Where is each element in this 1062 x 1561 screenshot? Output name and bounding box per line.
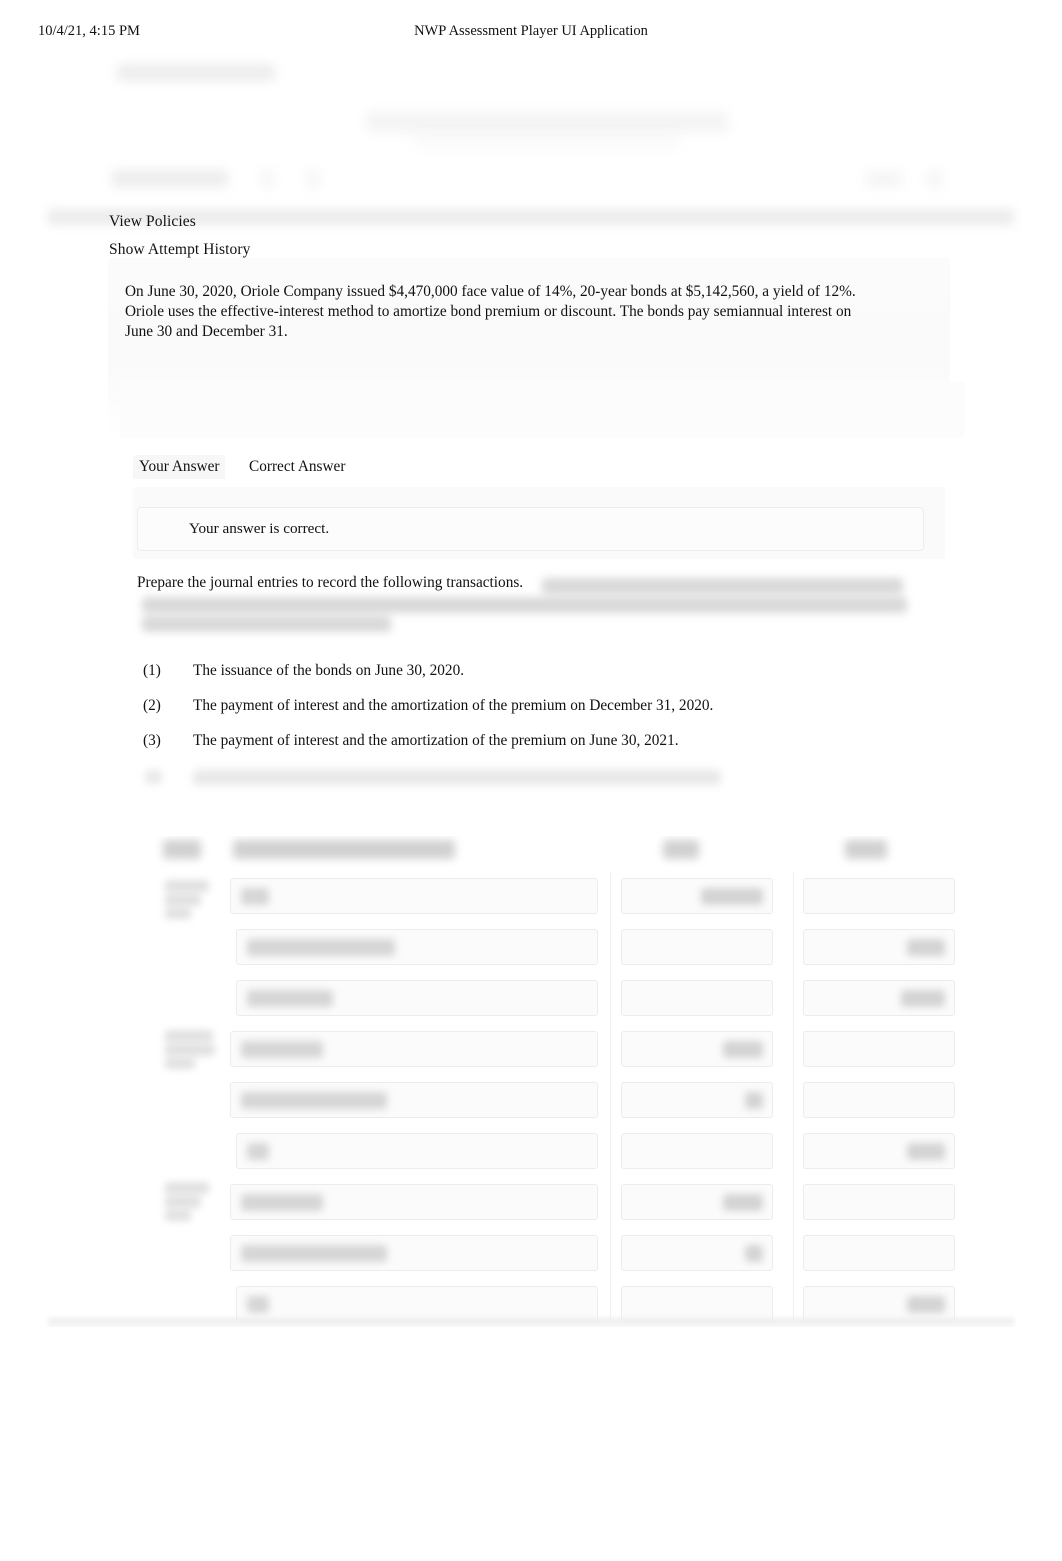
table-row bbox=[118, 1076, 958, 1126]
debit-value bbox=[701, 888, 763, 905]
correct-answer-alert: Your answer is correct. bbox=[137, 507, 924, 551]
check-circle-icon bbox=[152, 519, 164, 538]
account-title-input[interactable] bbox=[230, 1184, 598, 1220]
transaction-text: The payment of interest and the amortiza… bbox=[193, 697, 714, 714]
account-title-value bbox=[241, 1041, 323, 1058]
credit-value bbox=[907, 939, 945, 956]
credit-input[interactable] bbox=[803, 1133, 955, 1169]
transaction-text: The issuance of the bonds on June 30, 20… bbox=[193, 662, 465, 679]
account-title-input[interactable] bbox=[236, 1133, 598, 1169]
account-title-value bbox=[247, 1296, 269, 1313]
blurred-course-label bbox=[117, 64, 275, 81]
account-title-input[interactable] bbox=[236, 980, 598, 1016]
application-title: NWP Assessment Player UI Application bbox=[414, 23, 648, 39]
transaction-item: (1) The issuance of the bonds on June 30… bbox=[0, 662, 900, 686]
instruction-text: Prepare the journal entries to record th… bbox=[137, 574, 524, 591]
blurred-transaction-text bbox=[193, 770, 721, 785]
account-title-value bbox=[241, 1092, 387, 1109]
debit-input[interactable] bbox=[621, 980, 773, 1016]
blurred-nav-next-icon[interactable] bbox=[308, 170, 319, 188]
journal-table-header bbox=[118, 836, 958, 872]
credit-value bbox=[907, 1143, 945, 1160]
account-title-input[interactable] bbox=[236, 929, 598, 965]
account-title-value bbox=[247, 990, 333, 1007]
debit-value bbox=[723, 1041, 763, 1058]
correct-answer-message: Your answer is correct. bbox=[189, 520, 330, 537]
debit-value bbox=[745, 1245, 763, 1262]
credit-input[interactable] bbox=[803, 1235, 955, 1271]
transaction-item: (3) The payment of interest and the amor… bbox=[0, 732, 900, 756]
question-panel-spacer bbox=[120, 382, 965, 438]
transaction-text: The payment of interest and the amortiza… bbox=[193, 732, 679, 749]
blurred-assignment-subheading bbox=[412, 136, 680, 146]
transaction-number: (2) bbox=[143, 697, 161, 714]
credit-value bbox=[907, 1296, 945, 1313]
account-title-input[interactable] bbox=[230, 1031, 598, 1067]
table-row bbox=[118, 1178, 958, 1228]
print-header: 10/4/21, 4:15 PM NWP Assessment Player U… bbox=[0, 23, 1062, 45]
transaction-item: (2) The payment of interest and the amor… bbox=[0, 697, 900, 721]
printed-assessment-page: 10/4/21, 4:15 PM NWP Assessment Player U… bbox=[0, 0, 1062, 1561]
blurred-question-label bbox=[112, 170, 228, 187]
account-title-value bbox=[241, 1194, 323, 1211]
blurred-assignment-heading bbox=[366, 112, 728, 132]
blurred-transaction-number bbox=[145, 770, 162, 784]
account-title-value bbox=[247, 1143, 269, 1160]
credit-input[interactable] bbox=[803, 1184, 955, 1220]
table-row bbox=[118, 1229, 958, 1279]
credit-input[interactable] bbox=[803, 1082, 955, 1118]
account-title-value bbox=[241, 888, 269, 905]
debit-input[interactable] bbox=[621, 1235, 773, 1271]
credit-input[interactable] bbox=[803, 1031, 955, 1067]
debit-input[interactable] bbox=[621, 929, 773, 965]
debit-input[interactable] bbox=[621, 1031, 773, 1067]
credit-input[interactable] bbox=[803, 929, 955, 965]
debit-input[interactable] bbox=[621, 878, 773, 914]
table-row bbox=[118, 974, 958, 1024]
debit-input[interactable] bbox=[621, 1082, 773, 1118]
view-policies-link[interactable]: View Policies bbox=[109, 213, 196, 231]
journal-table-body bbox=[118, 872, 958, 1326]
debit-input[interactable] bbox=[621, 1184, 773, 1220]
transaction-number: (1) bbox=[143, 662, 161, 679]
debit-value bbox=[745, 1092, 763, 1109]
tab-your-answer[interactable]: Your Answer bbox=[133, 455, 226, 479]
answer-tabbar: Your Answer Correct Answer bbox=[133, 455, 945, 486]
blurred-menu-icon[interactable] bbox=[928, 170, 941, 188]
account-title-input[interactable] bbox=[230, 1082, 598, 1118]
column-header-account-titles bbox=[233, 840, 455, 859]
blurred-nav-prev-icon[interactable] bbox=[262, 170, 273, 188]
journal-entry-table bbox=[118, 836, 958, 1326]
account-title-input[interactable] bbox=[230, 878, 598, 914]
debit-input[interactable] bbox=[621, 1286, 773, 1322]
table-row bbox=[118, 923, 958, 973]
column-header-credit bbox=[845, 840, 887, 859]
credit-input[interactable] bbox=[803, 878, 955, 914]
credit-input[interactable] bbox=[803, 980, 955, 1016]
account-title-input[interactable] bbox=[230, 1235, 598, 1271]
tab-correct-answer[interactable]: Correct Answer bbox=[243, 455, 351, 479]
account-title-value bbox=[241, 1245, 387, 1262]
account-title-input[interactable] bbox=[236, 1286, 598, 1322]
credit-input[interactable] bbox=[803, 1286, 955, 1322]
column-header-date bbox=[163, 840, 201, 859]
question-text: On June 30, 2020, Oriole Company issued … bbox=[125, 283, 856, 341]
column-header-debit bbox=[663, 840, 699, 859]
blurred-score-label bbox=[866, 172, 902, 186]
account-title-value bbox=[247, 939, 395, 956]
credit-value bbox=[901, 990, 945, 1007]
table-row bbox=[118, 1127, 958, 1177]
table-row bbox=[118, 1025, 958, 1075]
debit-value bbox=[723, 1194, 763, 1211]
page-bottom-whitespace bbox=[0, 1327, 1062, 1561]
transaction-number: (3) bbox=[143, 732, 161, 749]
show-attempt-history-link[interactable]: Show Attempt History bbox=[109, 241, 251, 259]
debit-input[interactable] bbox=[621, 1133, 773, 1169]
table-row bbox=[118, 872, 958, 922]
